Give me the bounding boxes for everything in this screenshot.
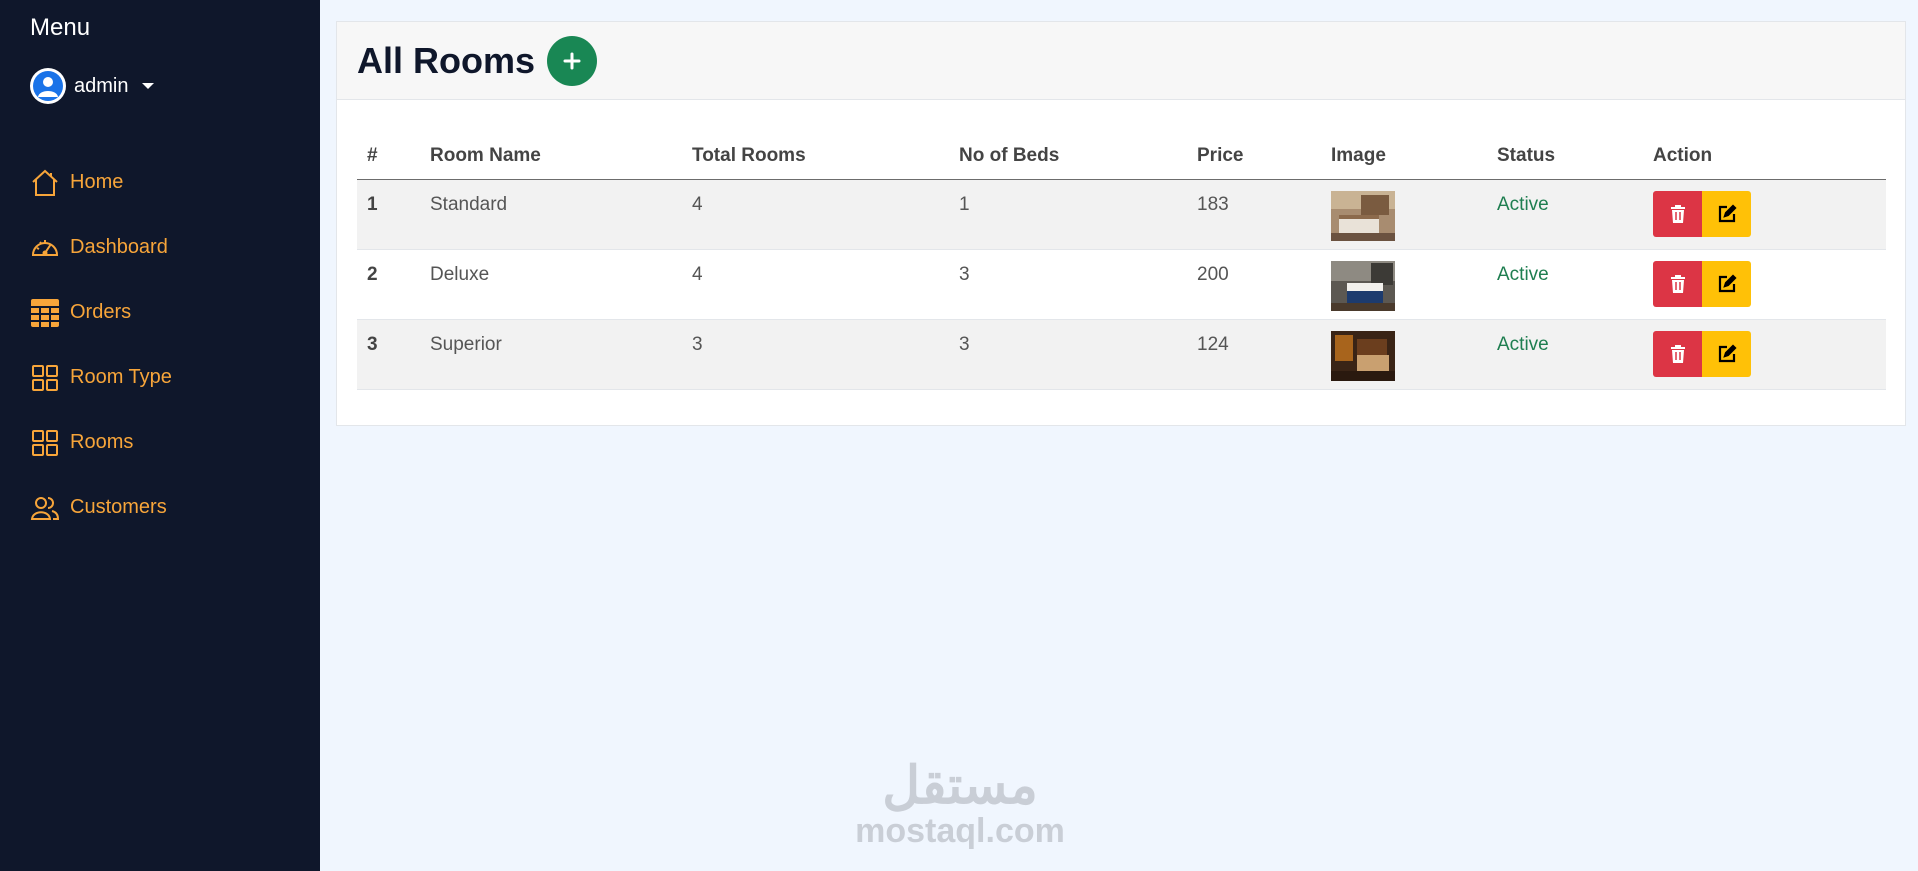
table-row: 3 Superior 3 3 124 Active [357,319,1886,390]
user-dropdown[interactable]: admin [30,68,155,104]
grid-icon [32,364,58,391]
column-header: # [357,132,420,180]
sidebar: Menu admin Home Dashboard Orders Room Ty… [0,0,320,871]
column-header: Action [1643,132,1886,180]
column-header: Room Name [420,132,682,180]
room-image [1331,261,1395,311]
room-image [1331,331,1395,381]
status-badge: Active [1487,319,1643,390]
grid-icon [32,429,58,456]
sidebar-item-orders[interactable]: Orders [30,280,172,345]
page-title: All Rooms [357,39,536,81]
price: 200 [1187,249,1321,320]
sidebar-item-home[interactable]: Home [30,150,172,215]
sidebar-item-room-type[interactable]: Room Type [30,345,172,410]
trash-icon [1670,205,1685,223]
sidebar-item-customers[interactable]: Customers [30,475,172,540]
plus-icon [563,52,581,69]
sidebar-item-label: Home [70,171,124,193]
room-image [1331,191,1395,241]
table-row: 2 Deluxe 4 3 200 Active [357,249,1886,320]
delete-button[interactable] [1653,331,1702,377]
edit-button[interactable] [1702,261,1751,307]
room-name: Deluxe [420,249,682,320]
row-actions [1653,261,1876,307]
watermark: مستقل mostaql.com [845,760,1075,851]
room-id: 2 [357,249,420,320]
column-header: Total Rooms [682,132,949,180]
edit-button[interactable] [1702,191,1751,237]
status-badge: Active [1487,249,1643,320]
sidebar-item-label: Room Type [70,366,172,388]
sidebar-item-rooms[interactable]: Rooms [30,410,172,475]
table-icon [31,298,59,327]
house-icon [32,169,58,196]
column-header: No of Beds [949,132,1187,180]
price: 124 [1187,319,1321,390]
caret-down-icon [142,83,155,89]
edit-icon [1718,204,1737,223]
status-badge: Active [1487,179,1643,250]
rooms-panel: All Rooms # Room Name Total Rooms No of … [336,21,1906,426]
column-header: Image [1321,132,1487,180]
edit-button[interactable] [1702,331,1751,377]
rooms-table: # Room Name Total Rooms No of Beds Price… [357,132,1886,390]
total-rooms: 4 [682,179,949,250]
panel-header: All Rooms [337,22,1905,100]
room-name: Standard [420,179,682,250]
watermark-arabic: مستقل [882,757,1039,815]
speedometer-icon [31,239,59,256]
trash-icon [1670,345,1685,363]
delete-button[interactable] [1653,261,1702,307]
edit-icon [1718,344,1737,363]
edit-icon [1718,274,1737,293]
sidebar-nav: Home Dashboard Orders Room Type Rooms Cu… [30,150,172,540]
user-circle-icon [30,68,66,104]
trash-icon [1670,275,1685,293]
sidebar-item-label: Dashboard [70,236,168,258]
delete-button[interactable] [1653,191,1702,237]
sidebar-item-label: Customers [70,496,167,518]
row-actions [1653,191,1876,237]
sidebar-item-label: Rooms [70,431,134,453]
price: 183 [1187,179,1321,250]
total-rooms: 4 [682,249,949,320]
add-room-button[interactable] [547,35,598,86]
column-header: Price [1187,132,1321,180]
table-header-row: # Room Name Total Rooms No of Beds Price… [357,132,1886,180]
sidebar-item-label: Orders [70,301,132,323]
beds: 3 [949,319,1187,390]
row-actions [1653,331,1876,377]
room-name: Superior [420,319,682,390]
people-icon [30,496,60,520]
beds: 3 [949,249,1187,320]
table-row: 1 Standard 4 1 183 Active [357,179,1886,250]
room-id: 1 [357,179,420,250]
room-id: 3 [357,319,420,390]
total-rooms: 3 [682,319,949,390]
sidebar-item-dashboard[interactable]: Dashboard [30,215,172,280]
watermark-latin: mostaql.com [855,812,1065,850]
beds: 1 [949,179,1187,250]
user-name: admin [74,74,129,97]
column-header: Status [1487,132,1643,180]
menu-title: Menu [30,14,91,41]
